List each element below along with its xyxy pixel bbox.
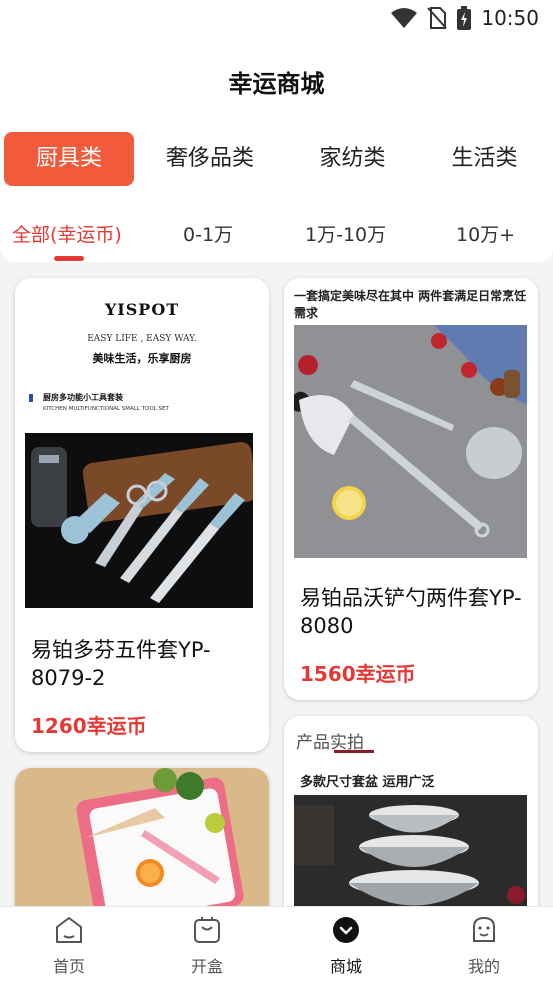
image-set-cn: 厨房多功能小工具套装 <box>43 393 123 402</box>
tab-label: 首页 <box>52 957 85 976</box>
tab-home[interactable]: 首页 <box>29 915 109 977</box>
image-caption: 多款尺寸套盆 运用广泛 <box>300 775 435 790</box>
spatula-ladle-photo <box>294 325 527 558</box>
product-card[interactable]: 产品实拍 多款尺寸套盆 运用广泛 <box>284 716 538 928</box>
image-caption: 一套搞定美味尽在其中 两件套满足日常烹饪需求 <box>294 289 527 320</box>
price-filter-tabs: 全部(幸运币) 0-1万 1万-10万 10万+ <box>0 200 553 262</box>
wifi-icon <box>391 8 418 28</box>
tab-profile[interactable]: 我的 <box>444 915 524 977</box>
app-header: 幸运商城 <box>0 38 553 120</box>
image-tag-underline <box>334 750 374 753</box>
product-card[interactable] <box>15 768 269 928</box>
bottom-tab-bar: 首页 开盒 商城 我的 <box>0 906 553 983</box>
product-price: 1260幸运币 <box>31 714 147 738</box>
status-icons: 10:50 <box>391 6 539 30</box>
status-bar: 10:50 <box>0 0 553 38</box>
filter-0-10k[interactable]: 0-1万 <box>183 220 233 247</box>
tab-daily-life[interactable]: 生活类 <box>432 132 537 186</box>
product-card[interactable]: YISPOT EASY LIFE , EASY WAY. 美味生活，乐享厨房 厨… <box>15 278 269 752</box>
battery-icon <box>457 6 472 30</box>
product-name: 易铂品沃铲勺两件套YP-8080 <box>300 586 522 638</box>
box-icon <box>194 917 220 943</box>
filter-all[interactable]: 全部(幸运币) <box>12 220 122 247</box>
image-set-en: KITCHEN MULTIFUNCTIONAL SMALL TOOL SET <box>43 406 169 412</box>
product-image: 一套搞定美味尽在其中 两件套满足日常烹饪需求 <box>284 278 538 563</box>
flag-stripe-icon <box>29 394 33 402</box>
image-slogan-cn: 美味生活，乐享厨房 <box>92 352 192 365</box>
kitchen-tools-photo <box>25 433 253 608</box>
product-card[interactable]: 一套搞定美味尽在其中 两件套满足日常烹饪需求 易铂品沃铲勺两件套YP-8080 … <box>284 278 538 700</box>
tab-mall[interactable]: 商城 <box>306 915 386 977</box>
profile-icon <box>473 916 495 942</box>
tab-label: 开盒 <box>190 957 223 976</box>
home-icon <box>56 917 82 943</box>
cutting-board-photo <box>15 768 269 928</box>
image-slogan-en: EASY LIFE , EASY WAY. <box>87 334 197 344</box>
tab-home-textiles[interactable]: 家纺类 <box>300 132 405 186</box>
page-title: 幸运商城 <box>228 70 325 98</box>
product-name: 易铂多芬五件套YP-8079-2 <box>31 638 211 690</box>
tab-open-box[interactable]: 开盒 <box>167 915 247 977</box>
product-image: 产品实拍 多款尺寸套盆 运用广泛 <box>284 716 538 928</box>
product-image: YISPOT EASY LIFE , EASY WAY. 美味生活，乐享厨房 厨… <box>15 278 269 618</box>
product-price: 1560幸运币 <box>300 662 416 686</box>
mall-icon <box>333 917 359 943</box>
tab-luxury[interactable]: 奢侈品类 <box>150 132 270 186</box>
category-tabs: 厨具类 奢侈品类 家纺类 生活类 <box>0 120 553 200</box>
tab-label: 我的 <box>467 957 500 976</box>
status-time: 10:50 <box>481 6 539 30</box>
no-sim-icon <box>427 7 448 29</box>
filter-10k-100k[interactable]: 1万-10万 <box>305 220 386 247</box>
active-filter-indicator <box>54 256 84 261</box>
tab-label: 商城 <box>329 957 362 976</box>
filter-100k-plus[interactable]: 10万+ <box>456 220 515 247</box>
brand-logo-text: YISPOT <box>104 300 180 319</box>
tab-kitchenware[interactable]: 厨具类 <box>4 132 134 186</box>
